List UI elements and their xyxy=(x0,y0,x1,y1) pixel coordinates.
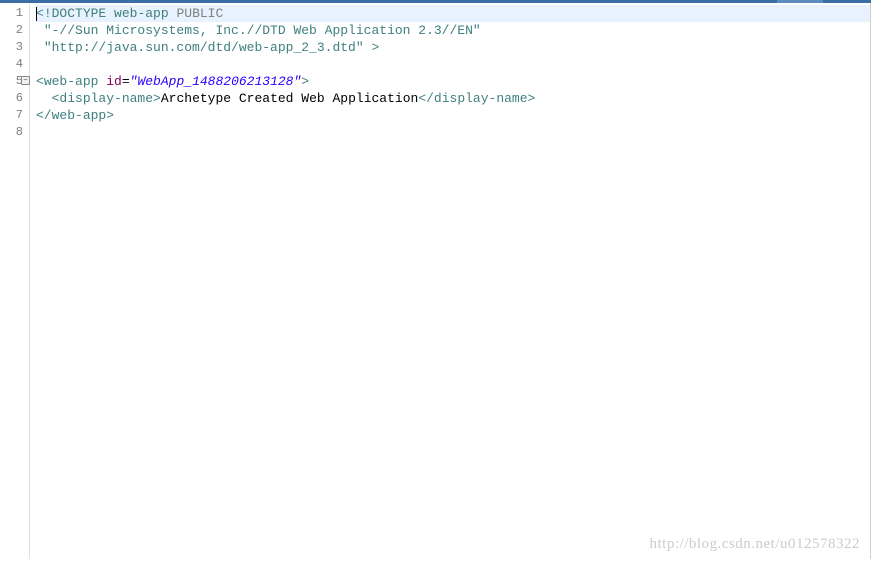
root-element: web-app xyxy=(114,6,169,21)
code-line-2[interactable]: "-//Sun Microsystems, Inc.//DTD Web Appl… xyxy=(36,22,870,39)
code-line-7[interactable]: </web-app> xyxy=(36,107,870,124)
bracket: < xyxy=(36,74,44,89)
dtd-url-string: "http://java.sun.com/dtd/web-app_2_3.dtd… xyxy=(44,40,364,55)
text-content: Archetype Created Web Application xyxy=(161,91,418,106)
tag-name: web-app xyxy=(44,74,99,89)
line-number: 6 xyxy=(0,90,23,107)
editor-container: 1 2 3 4 5 − 6 7 8 <!DOCTYPE web-app PUBL… xyxy=(0,3,871,559)
code-line-4[interactable] xyxy=(36,56,870,73)
line-number: 7 xyxy=(0,107,23,124)
bracket: < xyxy=(36,6,44,21)
bracket: > xyxy=(106,108,114,123)
code-line-1[interactable]: <!DOCTYPE web-app PUBLIC xyxy=(36,5,870,22)
code-line-5[interactable]: <web-app id="WebApp_1488206213128"> xyxy=(36,73,870,90)
fold-collapse-icon[interactable]: − xyxy=(21,76,30,85)
public-keyword: PUBLIC xyxy=(176,6,223,21)
bracket: > xyxy=(528,91,536,106)
equals: = xyxy=(122,74,130,89)
bracket: </ xyxy=(418,91,434,106)
bang: ! xyxy=(44,6,52,21)
tag-name: display-name xyxy=(434,91,528,106)
tag-name: display-name xyxy=(59,91,153,106)
tag-name: web-app xyxy=(52,108,107,123)
dtd-fpi-string: "-//Sun Microsystems, Inc.//DTD Web Appl… xyxy=(44,23,481,38)
watermark-text: http://blog.csdn.net/u012578322 xyxy=(650,536,861,553)
line-number-gutter: 1 2 3 4 5 − 6 7 8 xyxy=(0,3,30,559)
bracket: > xyxy=(371,40,379,55)
line-number: 4 xyxy=(0,56,23,73)
bracket: > xyxy=(153,91,161,106)
code-editor-area[interactable]: <!DOCTYPE web-app PUBLIC "-//Sun Microsy… xyxy=(30,3,870,559)
line-number: 8 xyxy=(0,124,23,141)
bracket: > xyxy=(301,74,309,89)
line-number: 3 xyxy=(0,39,23,56)
attribute-value: "WebApp_1488206213128" xyxy=(130,74,302,89)
doctype-keyword: DOCTYPE xyxy=(52,6,107,21)
bracket: </ xyxy=(36,108,52,123)
attribute-name: id xyxy=(106,74,122,89)
code-line-8[interactable] xyxy=(36,124,870,141)
line-number: 5 − xyxy=(0,73,23,90)
line-number: 1 xyxy=(0,5,23,22)
line-number: 2 xyxy=(0,22,23,39)
code-line-3[interactable]: "http://java.sun.com/dtd/web-app_2_3.dtd… xyxy=(36,39,870,56)
code-line-6[interactable]: <display-name>Archetype Created Web Appl… xyxy=(36,90,870,107)
